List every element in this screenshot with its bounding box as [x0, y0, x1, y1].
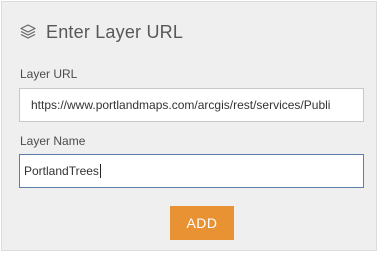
enter-layer-url-panel: Enter Layer URL Layer URL https://www.po…	[1, 1, 377, 251]
layer-url-value: https://www.portlandmaps.com/arcgis/rest…	[31, 98, 331, 112]
panel-header: Enter Layer URL	[18, 19, 183, 45]
add-button[interactable]: ADD	[170, 206, 234, 240]
layer-name-value: PortlandTrees	[24, 164, 99, 178]
layer-url-label: Layer URL	[20, 67, 78, 81]
layer-name-input[interactable]: PortlandTrees	[19, 154, 364, 188]
layer-name-label: Layer Name	[20, 134, 86, 148]
text-caret	[99, 164, 101, 178]
layers-icon	[18, 22, 38, 42]
layer-url-input[interactable]: https://www.portlandmaps.com/arcgis/rest…	[19, 88, 364, 122]
panel-title: Enter Layer URL	[46, 21, 184, 42]
